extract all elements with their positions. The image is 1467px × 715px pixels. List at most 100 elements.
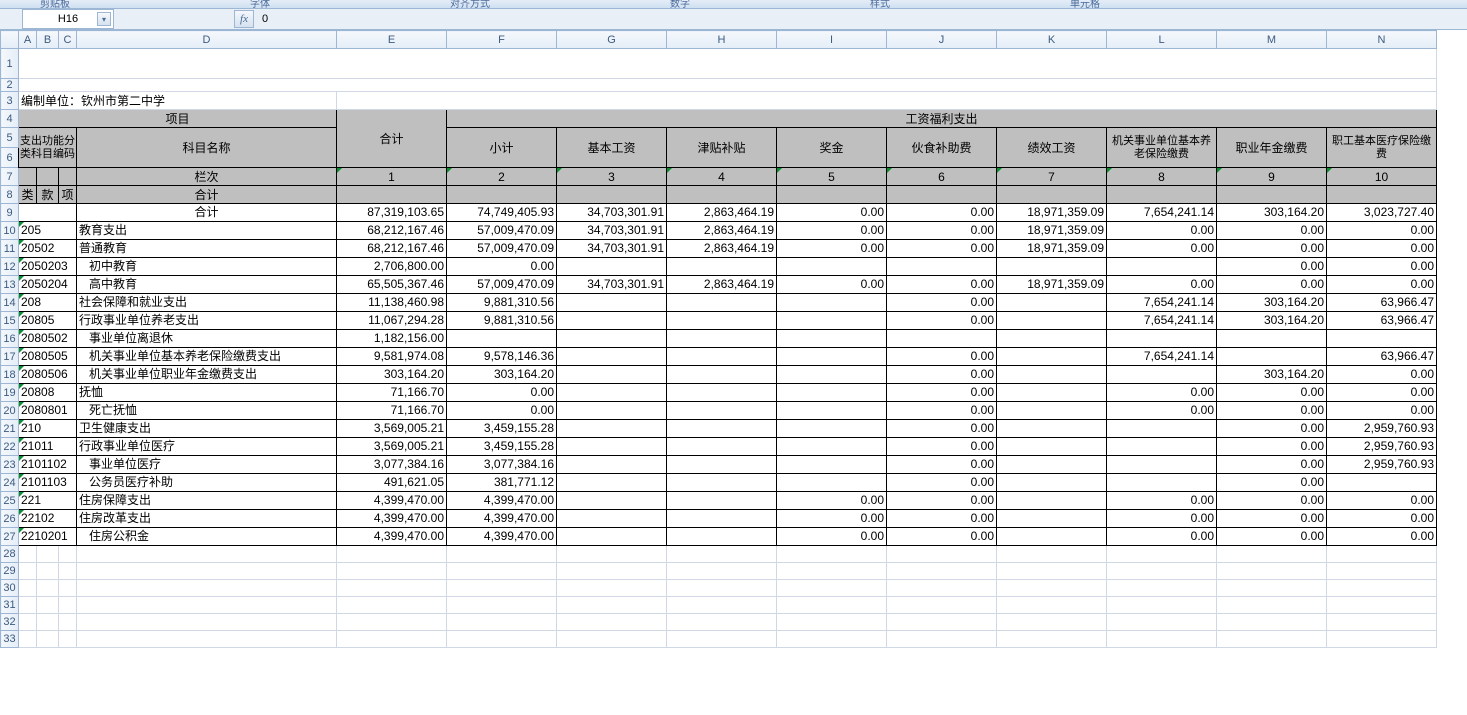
cell[interactable] [557,330,667,348]
cell[interactable]: 0.00 [887,492,997,510]
row-header[interactable]: 17 [1,348,19,366]
cell-code[interactable]: 221 [19,492,77,510]
colno-5[interactable]: 5 [777,168,887,186]
cell-code[interactable]: 20805 [19,312,77,330]
row-header[interactable]: 30 [1,580,19,597]
cell[interactable]: 87,319,103.65 [337,204,447,222]
hdr-lanci[interactable]: 栏次 [77,168,337,186]
cell[interactable] [777,474,887,492]
fx-button[interactable]: fx [234,10,254,28]
cell[interactable] [777,420,887,438]
cell[interactable] [557,614,667,631]
cell[interactable]: 34,703,301.91 [557,222,667,240]
cell[interactable] [37,580,59,597]
cell[interactable]: 3,077,384.16 [337,456,447,474]
cell[interactable] [997,580,1107,597]
cell[interactable]: 0.00 [1217,456,1327,474]
formula-value[interactable]: 0 [258,13,268,25]
cell[interactable] [667,563,777,580]
cell[interactable] [557,563,667,580]
cell[interactable] [557,258,667,276]
cell-name[interactable]: 卫生健康支出 [77,420,337,438]
cell[interactable]: 7,654,241.14 [1107,204,1217,222]
cell[interactable] [337,546,447,563]
cell[interactable]: 0.00 [887,438,997,456]
cell[interactable] [1107,330,1217,348]
cell[interactable] [77,563,337,580]
cell[interactable]: 4,399,470.00 [337,510,447,528]
cell[interactable]: 2,863,464.19 [667,240,777,258]
cell[interactable]: 0.00 [887,528,997,546]
cell[interactable]: 0.00 [1217,510,1327,528]
cell[interactable]: 18,971,359.09 [997,222,1107,240]
cell[interactable]: 0.00 [777,528,887,546]
cell[interactable]: 11,138,460.98 [337,294,447,312]
cell[interactable]: 2,863,464.19 [667,276,777,294]
row-header[interactable]: 21 [1,420,19,438]
row-header[interactable]: 33 [1,631,19,648]
cell[interactable] [337,597,447,614]
colno-3[interactable]: 3 [557,168,667,186]
hdr-xiang[interactable]: 项 [59,186,77,204]
cell[interactable] [667,420,777,438]
cell[interactable]: 0.00 [887,348,997,366]
cell[interactable] [557,580,667,597]
col-G[interactable]: G [557,31,667,49]
cell-name[interactable]: 行政事业单位养老支出 [77,312,337,330]
hdr-subject-name[interactable]: 科目名称 [77,128,337,168]
cell[interactable] [337,563,447,580]
cell[interactable] [447,631,557,648]
colno-2[interactable]: 2 [447,168,557,186]
col-J[interactable]: J [887,31,997,49]
row-header[interactable]: 16 [1,330,19,348]
cell[interactable] [557,456,667,474]
cell[interactable] [997,348,1107,366]
hdr-kuan[interactable]: 款 [37,186,59,204]
cell[interactable] [37,631,59,648]
cell[interactable] [447,597,557,614]
col-A[interactable]: A [19,31,37,49]
cell[interactable] [887,563,997,580]
cell[interactable]: 3,077,384.16 [447,456,557,474]
cell[interactable]: 3,569,005.21 [337,438,447,456]
cell-code[interactable]: 2080505 [19,348,77,366]
cell[interactable]: 2,863,464.19 [667,204,777,222]
row-header[interactable]: 20 [1,402,19,420]
cell[interactable]: 4,399,470.00 [337,492,447,510]
row-header[interactable]: 8 [1,186,19,204]
cell-code[interactable]: 210 [19,420,77,438]
hdr-subtotal[interactable]: 小计 [447,128,557,168]
cell[interactable] [59,168,77,186]
cell[interactable] [557,420,667,438]
cell[interactable]: 0.00 [887,312,997,330]
col-M[interactable]: M [1217,31,1327,49]
cell[interactable]: 491,621.05 [337,474,447,492]
cell[interactable] [777,366,887,384]
cell[interactable]: 0.00 [1107,276,1217,294]
cell[interactable]: 303,164.20 [1217,204,1327,222]
cell-name[interactable]: 事业单位医疗 [77,456,337,474]
cell[interactable] [1327,631,1437,648]
cell[interactable] [1217,597,1327,614]
cell[interactable] [997,330,1107,348]
cell[interactable]: 381,771.12 [447,474,557,492]
cell[interactable] [19,546,37,563]
cell[interactable]: 0.00 [1107,402,1217,420]
colno-8[interactable]: 8 [1107,168,1217,186]
row-header[interactable]: 9 [1,204,19,222]
cell[interactable]: 4,399,470.00 [447,510,557,528]
cell[interactable]: 63,966.47 [1327,348,1437,366]
hdr-bonus[interactable]: 奖金 [777,128,887,168]
cell[interactable] [447,186,557,204]
cell[interactable] [557,631,667,648]
cell-name[interactable]: 教育支出 [77,222,337,240]
hdr-func-code[interactable]: 支出功能分类科目编码 [19,128,77,168]
hdr-annuity[interactable]: 职业年金缴费 [1217,128,1327,168]
cell-name[interactable]: 事业单位离退休 [77,330,337,348]
cell-code[interactable]: 22102 [19,510,77,528]
cell[interactable]: 0.00 [887,366,997,384]
cell[interactable]: 0.00 [777,204,887,222]
cell[interactable] [447,614,557,631]
cell[interactable]: 57,009,470.09 [447,276,557,294]
cell[interactable]: 0.00 [777,222,887,240]
